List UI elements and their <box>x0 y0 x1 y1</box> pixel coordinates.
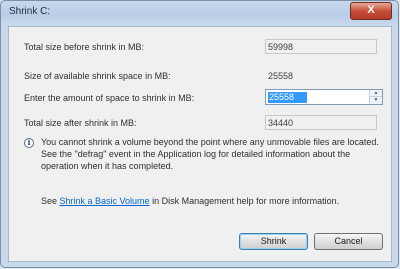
total-after-value: 34440 <box>265 115 377 130</box>
close-button[interactable]: X <box>350 2 392 20</box>
shrink-button[interactable]: Shrink <box>239 233 308 250</box>
help-text: See Shrink a Basic Volume in Disk Manage… <box>41 196 339 206</box>
info-line-2: See the "defrag" event in the Applicatio… <box>41 149 351 159</box>
help-link[interactable]: Shrink a Basic Volume <box>60 196 150 206</box>
total-after-label: Total size after shrink in MB: <box>24 118 137 128</box>
dialog-title: Shrink C: <box>9 6 51 17</box>
shrink-amount-stepper[interactable]: 25558 ▲ ▼ <box>265 89 383 105</box>
available-space-label: Size of available shrink space in MB: <box>24 71 171 81</box>
shrink-amount-input[interactable]: 25558 <box>268 92 307 103</box>
help-prefix: See <box>41 196 60 206</box>
total-before-value: 59998 <box>265 39 377 54</box>
close-icon: X <box>367 4 375 16</box>
help-suffix: in Disk Management help for more informa… <box>149 196 340 206</box>
info-line-1: You cannot shrink a volume beyond the po… <box>41 137 379 147</box>
info-text: You cannot shrink a volume beyond the po… <box>41 136 386 172</box>
dialog-body: Total size before shrink in MB: 59998 Si… <box>8 26 392 262</box>
spin-down-icon[interactable]: ▼ <box>370 97 382 104</box>
available-space-value: 25558 <box>265 68 377 83</box>
shrink-amount-label: Enter the amount of space to shrink in M… <box>24 93 195 103</box>
stepper-arrows: ▲ ▼ <box>369 90 382 104</box>
info-icon: i <box>24 138 34 148</box>
shrink-dialog: Shrink C: X Total size before shrink in … <box>0 0 399 268</box>
spin-up-icon[interactable]: ▲ <box>370 90 382 97</box>
info-line-3: operation when it has completed. <box>41 161 174 171</box>
cancel-button[interactable]: Cancel <box>314 233 383 250</box>
total-before-label: Total size before shrink in MB: <box>24 42 145 52</box>
